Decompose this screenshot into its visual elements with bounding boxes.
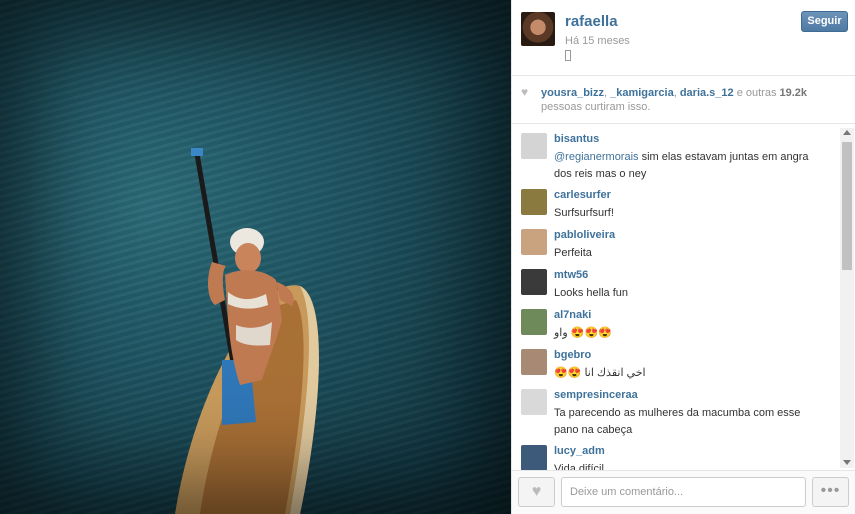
comment-input[interactable]: [561, 477, 806, 507]
commenter-avatar[interactable]: [521, 349, 547, 375]
commenter-avatar[interactable]: [521, 445, 547, 470]
comment-text: Ta parecendo as mulheres da macumba com …: [554, 407, 801, 436]
author-avatar[interactable]: [521, 12, 555, 46]
like-button[interactable]: ♥: [518, 477, 555, 507]
commenter-avatar[interactable]: [521, 309, 547, 335]
post-photo[interactable]: [0, 0, 511, 514]
scroll-down-icon[interactable]: [843, 460, 851, 465]
commenter-avatar[interactable]: [521, 229, 547, 255]
author-username[interactable]: rafaella: [565, 13, 618, 30]
likes-summary: ♥ yousra_bizz, _kamigarcia, daria.s_12 e…: [512, 77, 855, 124]
commenter-avatar[interactable]: [521, 133, 547, 159]
comment-text: Looks hella fun: [554, 287, 628, 299]
commenter-username[interactable]: lucy_adm: [554, 445, 605, 457]
comment-bar: ♥ •••: [512, 470, 855, 514]
liker-username[interactable]: yousra_bizz: [541, 87, 604, 99]
commenter-username[interactable]: carlesurfer: [554, 189, 611, 201]
commenter-username[interactable]: pabloliveira: [554, 229, 615, 241]
comments-list: bisantus @regianermorais sim elas estava…: [512, 125, 855, 470]
heart-icon: ♥: [531, 483, 542, 500]
post-timestamp[interactable]: Há 15 meses: [565, 35, 630, 47]
location-icon: [565, 50, 571, 61]
comment-text: 😍😍 اخي انقذك انا: [554, 367, 646, 379]
commenter-username[interactable]: sempresinceraa: [554, 389, 638, 401]
scroll-up-icon[interactable]: [843, 130, 851, 135]
comment-text: Perfeita: [554, 247, 592, 259]
more-options-button[interactable]: •••: [812, 477, 849, 507]
likes-count[interactable]: 19.2k: [780, 87, 808, 99]
post-header: rafaella Há 15 meses Seguir: [512, 0, 855, 76]
commenter-username[interactable]: bgebro: [554, 349, 591, 361]
commenter-username[interactable]: mtw56: [554, 269, 588, 281]
comment-text: Surfsurfsurf!: [554, 207, 614, 219]
commenter-username[interactable]: al7naki: [554, 309, 591, 321]
comment-mention[interactable]: @regianermorais: [554, 151, 639, 163]
photo-content: [175, 148, 319, 514]
follow-button[interactable]: Seguir: [801, 11, 848, 32]
commenter-avatar[interactable]: [521, 269, 547, 295]
commenter-username[interactable]: bisantus: [554, 133, 599, 145]
heart-icon: ♥: [521, 85, 529, 99]
liker-username[interactable]: daria.s_12: [680, 87, 734, 99]
commenter-avatar[interactable]: [521, 189, 547, 215]
comment-text: Vida difícil: [554, 463, 604, 470]
scrollbar-thumb[interactable]: [842, 142, 852, 270]
default-avatar-icon[interactable]: [521, 389, 547, 415]
likes-text: yousra_bizz, _kamigarcia, daria.s_12 e o…: [541, 87, 808, 113]
liker-username[interactable]: _kamigarcia: [610, 87, 674, 99]
comment-text: @regianermorais sim elas estavam juntas …: [554, 151, 809, 180]
comment-text: واو 😍😍😍: [554, 327, 612, 339]
comments-scrollbar[interactable]: [840, 128, 854, 468]
post-sidebar: rafaella Há 15 meses Seguir ♥ yousra_biz…: [511, 0, 855, 514]
